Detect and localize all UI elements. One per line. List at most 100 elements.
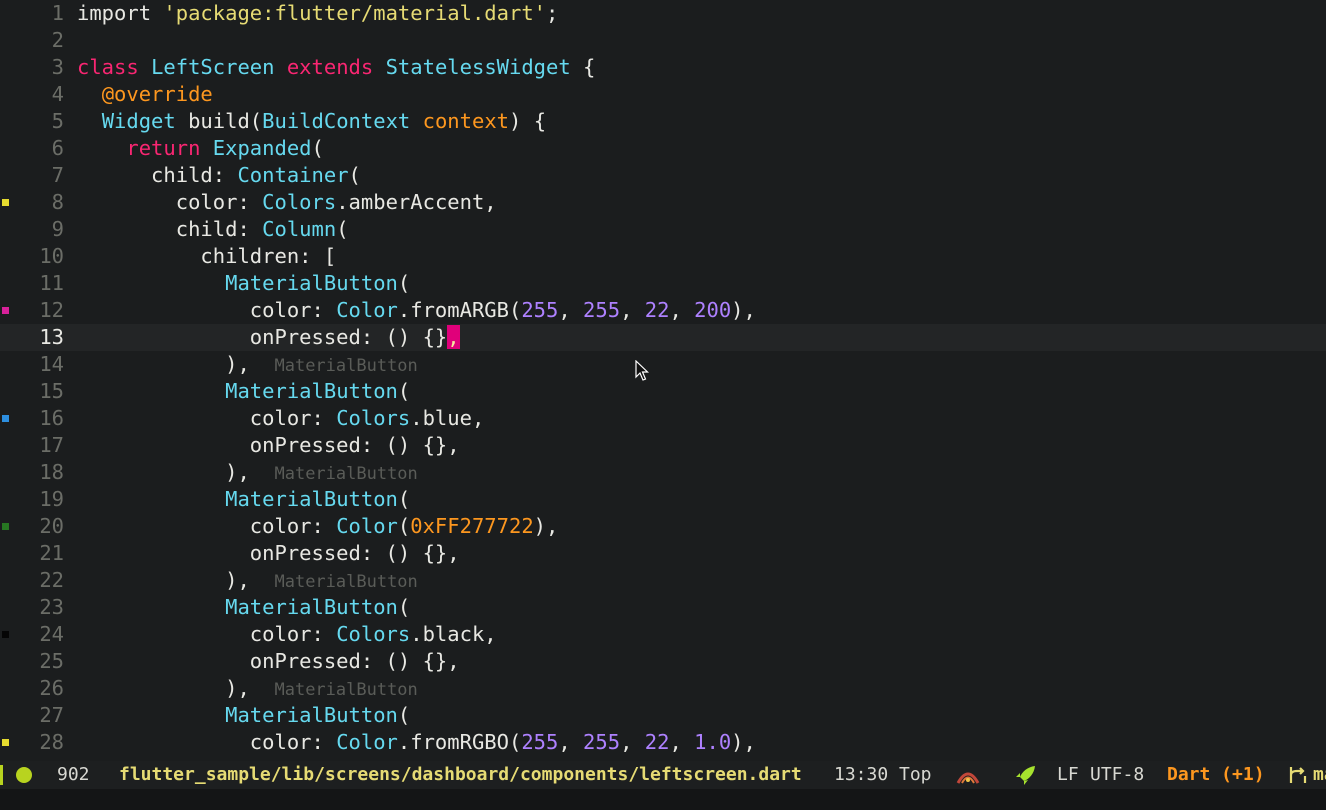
line-code: class LeftScreen extends StatelessWidget… — [77, 54, 595, 81]
color-swatch-icon — [2, 739, 9, 746]
color-swatch-icon — [2, 415, 9, 422]
code-line[interactable]: 12 color: Color.fromARGB(255, 255, 22, 2… — [0, 297, 1326, 324]
code-line[interactable]: 5 Widget build(BuildContext context) { — [0, 108, 1326, 135]
code-line[interactable]: 4 @override — [0, 81, 1326, 108]
code-line[interactable]: 2 — [0, 27, 1326, 54]
line-code: ), MaterialButton — [77, 351, 418, 380]
line-code: ), MaterialButton — [77, 459, 418, 488]
code-token: MaterialButton — [225, 487, 398, 511]
code-line[interactable]: 24 color: Colors.black, — [0, 621, 1326, 648]
code-line[interactable]: 28 color: Color.fromRGBO(255, 255, 22, 1… — [0, 729, 1326, 756]
line-number: 11 — [39, 271, 64, 295]
code-token: , — [669, 730, 695, 754]
code-line[interactable]: 20 color: Color(0xFF277722), — [0, 513, 1326, 540]
line-number: 6 — [51, 136, 64, 160]
code-line[interactable]: 11 MaterialButton( — [0, 270, 1326, 297]
color-swatch-icon — [2, 307, 9, 314]
color-swatch-icon — [2, 631, 9, 638]
line-number: 1 — [51, 1, 64, 25]
code-token: Colors — [336, 406, 411, 430]
code-line[interactable]: 23 MaterialButton( — [0, 594, 1326, 621]
code-token: 22 — [644, 730, 670, 754]
code-token: , — [620, 730, 645, 754]
code-line[interactable]: 26 ), MaterialButton — [0, 675, 1326, 702]
code-token: Column — [262, 217, 337, 241]
major-mode[interactable]: Dart (+1) — [1167, 761, 1265, 789]
line-code: MaterialButton( — [77, 594, 410, 621]
code-token: ), — [77, 352, 275, 376]
code-token: Colors — [262, 190, 337, 214]
line-number: 5 — [51, 109, 64, 133]
code-token: Color — [336, 514, 398, 538]
line-number: 4 — [51, 82, 64, 106]
code-line[interactable]: 3 class LeftScreen extends StatelessWidge… — [0, 54, 1326, 81]
line-number: 10 — [39, 244, 64, 268]
line-code: onPressed: () {}, — [77, 432, 460, 459]
code-line[interactable]: 1 import 'package:flutter/material.dart'; — [0, 0, 1326, 27]
code-line[interactable]: 8 color: Colors.amberAccent, — [0, 189, 1326, 216]
code-line[interactable]: 10 children: [ — [0, 243, 1326, 270]
line-code: MaterialButton( — [77, 486, 410, 513]
line-number: 14 — [39, 352, 64, 376]
code-token: ( — [348, 163, 361, 187]
code-token: color: — [77, 406, 337, 430]
rocket-icon — [1016, 766, 1035, 785]
line-code: onPressed: () {}, — [77, 324, 460, 351]
file-path[interactable]: flutter_sample/lib/screens/dashboard/com… — [119, 761, 802, 789]
line-code: MaterialButton( — [77, 378, 410, 405]
line-number: 2 — [51, 28, 64, 52]
code-token: child: — [77, 217, 263, 241]
code-line[interactable]: 22 ), MaterialButton — [0, 567, 1326, 594]
code-line[interactable]: 19 MaterialButton( — [0, 486, 1326, 513]
mouse-pointer-icon — [635, 360, 649, 381]
code-token: onPressed: () {}, — [77, 541, 460, 565]
code-line[interactable]: 25 onPressed: () {}, — [0, 648, 1326, 675]
line-number: 22 — [39, 568, 64, 592]
code-token: ), — [77, 568, 275, 592]
code-token: Container — [237, 163, 349, 187]
cursor-position: 13:30 — [834, 764, 889, 785]
code-line[interactable]: 27 MaterialButton( — [0, 702, 1326, 729]
line-code: Widget build(BuildContext context) { — [77, 108, 546, 135]
nyan-icon — [956, 772, 980, 784]
code-token: ), — [77, 676, 275, 700]
vc-branch: ma — [1313, 764, 1326, 785]
code-token: @override — [101, 82, 213, 106]
code-token: Color — [336, 298, 398, 322]
code-token: , — [558, 730, 584, 754]
code-token: Colors — [336, 622, 411, 646]
line-code: child: Container( — [77, 162, 361, 189]
buffer-size: 902 — [57, 764, 90, 785]
code-token: ( — [397, 595, 411, 619]
text-cursor: , — [447, 325, 460, 349]
code-token: context — [422, 109, 510, 133]
code-editor[interactable]: 1 import 'package:flutter/material.dart';… — [0, 0, 1326, 756]
code-token: onPressed: () {}, — [77, 649, 460, 673]
code-line[interactable]: 9 child: Column( — [0, 216, 1326, 243]
code-line[interactable]: 16 color: Colors.blue, — [0, 405, 1326, 432]
code-line[interactable]: 21 onPressed: () {}, — [0, 540, 1326, 567]
encoding: UTF-8 — [1090, 764, 1145, 785]
code-token: MaterialButton — [225, 271, 398, 295]
color-swatch-icon — [2, 199, 9, 206]
scroll-position: Top — [899, 764, 932, 785]
code-token: child: — [77, 163, 238, 187]
code-line[interactable]: 7 child: Container( — [0, 162, 1326, 189]
code-line[interactable]: 15 MaterialButton( — [0, 378, 1326, 405]
line-code: @override — [77, 81, 213, 108]
line-number: 28 — [39, 730, 64, 754]
code-token: ( — [397, 703, 411, 727]
code-token: 0xFF277722 — [410, 514, 534, 538]
code-line[interactable]: 14 ), MaterialButton — [0, 351, 1326, 378]
code-token: ( — [397, 379, 411, 403]
code-line[interactable]: 17 onPressed: () {}, — [0, 432, 1326, 459]
code-line-current[interactable]: 13 onPressed: () {}, — [0, 324, 1326, 351]
code-token: Color — [336, 730, 398, 754]
code-line[interactable]: 6 return Expanded( — [0, 135, 1326, 162]
code-token: children: [ — [77, 244, 337, 268]
code-line[interactable]: 18 ), MaterialButton — [0, 459, 1326, 486]
line-number: 8 — [51, 190, 64, 214]
code-token: 255 — [521, 730, 559, 754]
